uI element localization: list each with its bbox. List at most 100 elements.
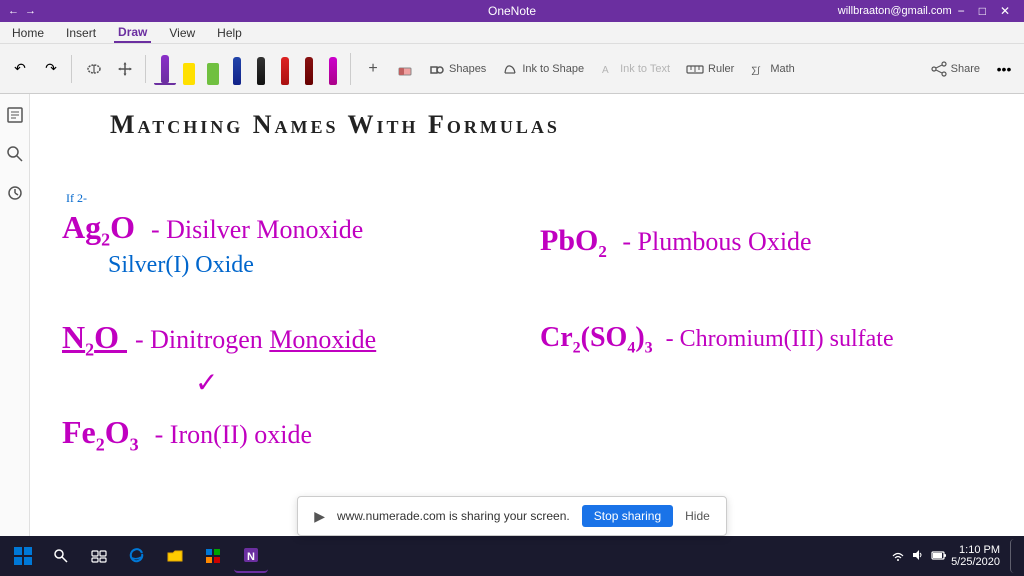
redo-btn[interactable]: ↷	[37, 55, 65, 83]
forward-btn[interactable]: →	[25, 5, 36, 17]
formula-cr2so43: Cr2(SO4)3 - Chromium(III) sulfate	[540, 322, 894, 358]
pen-magenta[interactable]	[322, 53, 344, 85]
system-tray	[891, 548, 947, 565]
search-icon	[6, 145, 24, 163]
minimize-btn[interactable]: −	[952, 4, 971, 18]
undo-redo-group: ↶ ↷	[6, 55, 72, 83]
pen-dark[interactable]	[250, 53, 272, 85]
menu-home[interactable]: Home	[8, 24, 48, 42]
lasso-btn[interactable]	[80, 55, 108, 83]
ink-shape-icon	[502, 61, 518, 77]
taskbar: N 1:10 PM 5/25/2020	[0, 536, 1024, 576]
battery-symbol	[931, 548, 947, 562]
sidebar-pages-icon[interactable]	[6, 106, 24, 129]
cr2so43-name: - Chromium(III) sulfate	[666, 326, 894, 352]
sidebar-history-icon[interactable]	[6, 184, 24, 207]
hide-button[interactable]: Hide	[685, 509, 710, 523]
back-btn[interactable]: ←	[8, 5, 19, 17]
select-group	[80, 55, 146, 83]
edge-icon	[128, 547, 146, 565]
pen-darkblue[interactable]	[226, 53, 248, 85]
canvas[interactable]: Matching Names With Formulas If 2- Ag2O …	[30, 94, 1024, 536]
undo-btn[interactable]: ↶	[6, 55, 34, 83]
explorer-icon	[166, 547, 184, 565]
n2o-formula: N2O	[62, 319, 127, 355]
share-btn[interactable]: Share	[925, 57, 986, 81]
more-btn[interactable]: •••	[990, 55, 1018, 83]
formula-ag2o: If 2- Ag2O - Disilver Monoxide	[62, 209, 363, 250]
taskbar-clock[interactable]: 1:10 PM 5/25/2020	[951, 544, 1006, 568]
pen-yellow[interactable]	[178, 53, 200, 85]
menu-help[interactable]: Help	[213, 24, 246, 42]
store-icon	[204, 547, 222, 565]
sidebar-search-icon[interactable]	[6, 145, 24, 168]
share-label: Share	[951, 63, 980, 75]
title-bar: ← → OneNote willbraaton@gmail.com − □ ✕	[0, 0, 1024, 22]
taskbar-edge-btn[interactable]	[120, 539, 154, 573]
shapes-icon	[429, 61, 445, 77]
taskbar-store-btn[interactable]	[196, 539, 230, 573]
taskbar-explorer-btn[interactable]	[158, 539, 192, 573]
pen-green[interactable]	[202, 53, 224, 85]
ag2o-name: - Disilver Monoxide	[151, 215, 363, 244]
pen-red[interactable]	[274, 53, 296, 85]
wifi-icon[interactable]	[891, 548, 905, 565]
pen-purple[interactable]	[154, 53, 176, 85]
svg-text:N: N	[247, 551, 255, 563]
menu-bar: Home Insert Draw View Help	[0, 22, 1024, 44]
share-icon	[931, 61, 947, 77]
maximize-btn[interactable]: □	[973, 4, 992, 18]
notification-text: www.numerade.com is sharing your screen.	[337, 509, 570, 523]
clock-time: 1:10 PM	[951, 544, 1000, 556]
app-title: OneNote	[488, 4, 536, 18]
shapes-btn[interactable]: Shapes	[423, 57, 492, 81]
formula-pbo2: PbO2 - Plumbous Oxide	[540, 224, 812, 262]
menu-insert[interactable]: Insert	[62, 24, 100, 42]
cr2so43-formula: Cr2(SO4)3	[540, 322, 660, 353]
stop-sharing-button[interactable]: Stop sharing	[582, 505, 673, 527]
ink-to-shape-btn[interactable]: Ink to Shape	[496, 57, 590, 81]
notification-pill: ▶ www.numerade.com is sharing your scree…	[297, 496, 727, 536]
battery-icon[interactable]	[931, 548, 947, 565]
pbo2-name: - Plumbous Oxide	[622, 227, 811, 256]
close-btn[interactable]: ✕	[994, 4, 1016, 18]
menu-view[interactable]: View	[165, 24, 199, 42]
taskbar-onenote-btn active[interactable]: N	[234, 539, 268, 573]
start-button[interactable]	[6, 539, 40, 573]
fe2o3-name: - Iron(II) oxide	[155, 420, 312, 449]
taskbar-taskvw-btn[interactable]	[82, 539, 116, 573]
pan-icon	[117, 61, 133, 77]
ink-to-text-btn[interactable]: A Ink to Text	[594, 57, 676, 81]
window-controls: − □ ✕	[952, 4, 1016, 18]
show-desktop-btn[interactable]	[1010, 539, 1018, 573]
onenote-icon: N	[242, 546, 260, 564]
ink-to-shape-label: Ink to Shape	[522, 63, 584, 75]
clock-date: 5/25/2020	[951, 556, 1000, 568]
shapes-label: Shapes	[449, 63, 486, 75]
eraser-btn[interactable]	[391, 55, 419, 83]
volume-symbol	[911, 548, 925, 562]
page-title: Matching Names With Formulas	[110, 110, 560, 140]
ruler-btn[interactable]: Ruler	[680, 57, 740, 81]
math-btn[interactable]: ∑∫ Math	[744, 57, 800, 81]
add-pen-btn[interactable]: +	[359, 55, 387, 83]
windows-logo	[13, 546, 33, 566]
taskbar-search-btn[interactable]	[44, 539, 78, 573]
user-email: willbraaton@gmail.com	[838, 5, 952, 17]
pen-tools-group	[154, 53, 351, 85]
ag2o-formula: Ag2O	[62, 209, 143, 245]
pages-icon	[6, 106, 24, 124]
checkmark: ✓	[195, 366, 218, 400]
screen-share-icon: ▶	[314, 508, 325, 525]
pan-btn[interactable]	[111, 55, 139, 83]
menu-draw[interactable]: Draw	[114, 23, 151, 43]
math-label: Math	[770, 63, 794, 75]
ruler-label: Ruler	[708, 63, 734, 75]
volume-icon[interactable]	[911, 548, 925, 565]
history-icon	[6, 184, 24, 202]
taskbar-search-icon	[53, 548, 69, 564]
pen-darkred[interactable]	[298, 53, 320, 85]
lasso-icon	[86, 61, 102, 77]
toolbar: ↶ ↷	[0, 44, 1024, 94]
title-bar-left: ← →	[8, 5, 36, 17]
